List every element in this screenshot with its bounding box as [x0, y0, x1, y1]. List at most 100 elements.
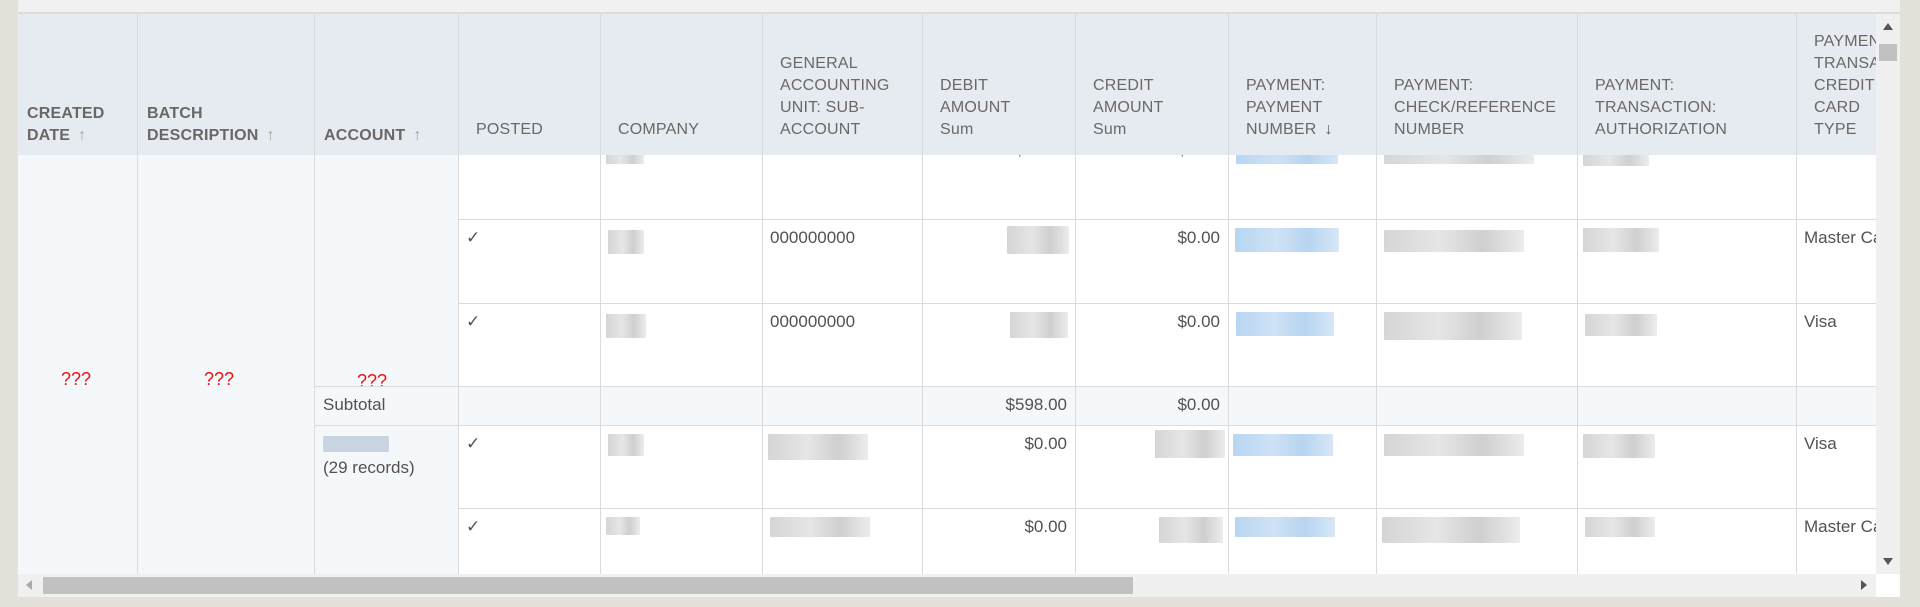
sort-asc-icon[interactable]: ↑: [78, 125, 86, 147]
authorization-cell: [1577, 508, 1796, 574]
col-label: CREDIT AMOUNT: [1093, 77, 1164, 116]
redacted-reference: [1384, 230, 1524, 252]
col-header-created-date[interactable]: CREATED DATE ↑: [18, 14, 137, 155]
col-label: PAYMENT: TRANSACTION: CREDIT CARD TYPE: [1814, 33, 1876, 138]
col-header-company[interactable]: COMPANY: [600, 14, 762, 155]
group-created-date-cell: ???: [18, 155, 137, 574]
redacted-credit: [1155, 430, 1225, 458]
redacted-company: [608, 230, 644, 254]
horizontal-scrollbar[interactable]: [18, 574, 1876, 597]
col-header-posted[interactable]: POSTED: [458, 14, 600, 155]
col-sublabel: Sum: [1093, 121, 1127, 138]
col-header-batch-description[interactable]: BATCH DESCRIPTION ↑: [137, 14, 314, 155]
group-account-cell: ???: [314, 155, 458, 391]
posted-check-icon: ✓: [458, 508, 600, 574]
redacted-reference: [1384, 434, 1524, 456]
redacted-debit: [1007, 226, 1069, 254]
vertical-scroll-thumb[interactable]: [1879, 44, 1897, 61]
col-header-account[interactable]: ACCOUNT ↑: [314, 14, 458, 155]
payment-number-link[interactable]: [1228, 303, 1376, 386]
vertical-scrollbar[interactable]: [1876, 14, 1900, 574]
redacted-company: [608, 434, 644, 456]
credit-cell: [1075, 425, 1228, 508]
posted-check-icon: ✓: [458, 425, 600, 508]
col-header-card-type[interactable]: PAYMENT: TRANSACTION: CREDIT CARD TYPE: [1796, 14, 1876, 155]
col-label: PAYMENT: PAYMENT NUMBER: [1246, 77, 1326, 138]
credit-cell: $0.00: [1075, 219, 1228, 303]
credit-cell: $0.00: [1075, 303, 1228, 386]
card-type-cell: Visa: [1796, 303, 1876, 386]
redacted-authorization: [1583, 228, 1659, 252]
scroll-down-arrow-icon[interactable]: [1883, 558, 1893, 565]
debit-cell: [922, 303, 1075, 386]
redacted-debit: [1010, 312, 1068, 338]
scroll-right-arrow-icon[interactable]: [1861, 580, 1867, 590]
debit-cell: $0.00: [922, 508, 1075, 574]
payment-number-link[interactable]: [1228, 508, 1376, 574]
company-cell: [600, 219, 762, 303]
authorization-cell: [1577, 425, 1796, 508]
redacted-company: [606, 517, 640, 535]
report-table: CREATED DATE ↑ BATCH DESCRIPTION ↑ ACCOUNT…: [18, 14, 1876, 574]
payment-number-link[interactable]: [1228, 425, 1376, 508]
subtotal-credit: $0.00: [1075, 386, 1228, 425]
col-divider: [600, 155, 601, 574]
table-body: ??? ??? ??? ✓ 000000000 $18.00 $0.00 Vis…: [18, 131, 1876, 574]
col-label: GENERAL ACCOUNTING UNIT: SUB-ACCOUNT: [780, 55, 890, 138]
col-header-check-reference[interactable]: PAYMENT: CHECK/REFERENCE NUMBER: [1376, 14, 1577, 155]
group-account-cell: (29 records): [314, 425, 458, 574]
horizontal-scroll-thumb[interactable]: [43, 577, 1133, 594]
col-divider: [458, 155, 459, 574]
check-reference-cell: [1376, 425, 1577, 508]
redacted-account: [323, 436, 389, 452]
credit-cell: [1075, 508, 1228, 574]
redacted-credit: [1159, 517, 1223, 543]
col-header-authorization[interactable]: PAYMENT: TRANSACTION: AUTHORIZATION: [1577, 14, 1796, 155]
redacted-sub-account: [770, 517, 870, 537]
card-type-cell: Master Card: [1796, 508, 1876, 574]
col-label: COMPANY: [618, 121, 700, 138]
col-divider: [922, 155, 923, 574]
redacted-authorization: [1583, 434, 1655, 458]
redacted-payment-number: [1235, 517, 1335, 537]
col-header-payment-number[interactable]: PAYMENT: PAYMENT NUMBER ↓: [1228, 14, 1376, 155]
authorization-cell: [1577, 303, 1796, 386]
col-label: CREATED DATE: [27, 105, 105, 144]
col-divider: [762, 155, 763, 574]
sub-account-cell: [762, 425, 922, 508]
posted-check-icon: ✓: [458, 219, 600, 303]
col-label: DEBIT AMOUNT: [940, 77, 1011, 116]
check-reference-cell: [1376, 219, 1577, 303]
sort-desc-icon[interactable]: ↓: [1325, 119, 1333, 141]
sub-account-cell: [762, 508, 922, 574]
col-header-debit-amount[interactable]: DEBIT AMOUNT Sum: [922, 14, 1075, 155]
debit-cell: $0.00: [922, 425, 1075, 508]
col-header-credit-amount[interactable]: CREDIT AMOUNT Sum: [1075, 14, 1228, 155]
scroll-left-arrow-icon[interactable]: [26, 580, 32, 590]
scroll-up-arrow-icon[interactable]: [1883, 23, 1893, 30]
group-batch-description-cell: ???: [137, 155, 314, 574]
company-cell: [600, 303, 762, 386]
redacted-reference: [1382, 517, 1520, 543]
redacted-payment-number: [1235, 228, 1339, 252]
col-divider: [1228, 155, 1229, 574]
scrollbar-corner: [1876, 574, 1900, 597]
col-header-sub-account[interactable]: GENERAL ACCOUNTING UNIT: SUB-ACCOUNT: [762, 14, 922, 155]
redacted-payment-number: [1233, 434, 1333, 456]
col-divider: [1796, 155, 1797, 574]
debit-cell: [922, 219, 1075, 303]
subtotal-debit: $598.00: [922, 386, 1075, 425]
redacted-sub-account: [768, 434, 868, 460]
col-sublabel: Sum: [940, 121, 974, 138]
sub-account-cell: 000000000: [762, 219, 922, 303]
subtotal-label: Subtotal: [314, 386, 458, 425]
top-strip: [18, 0, 1900, 14]
payment-number-link[interactable]: [1228, 219, 1376, 303]
redacted-reference: [1384, 312, 1522, 340]
sort-asc-icon[interactable]: ↑: [413, 125, 421, 147]
posted-check-icon: ✓: [458, 303, 600, 386]
col-label: POSTED: [476, 121, 543, 138]
sort-asc-icon[interactable]: ↑: [267, 125, 275, 147]
check-reference-cell: [1376, 303, 1577, 386]
company-cell: [600, 425, 762, 508]
